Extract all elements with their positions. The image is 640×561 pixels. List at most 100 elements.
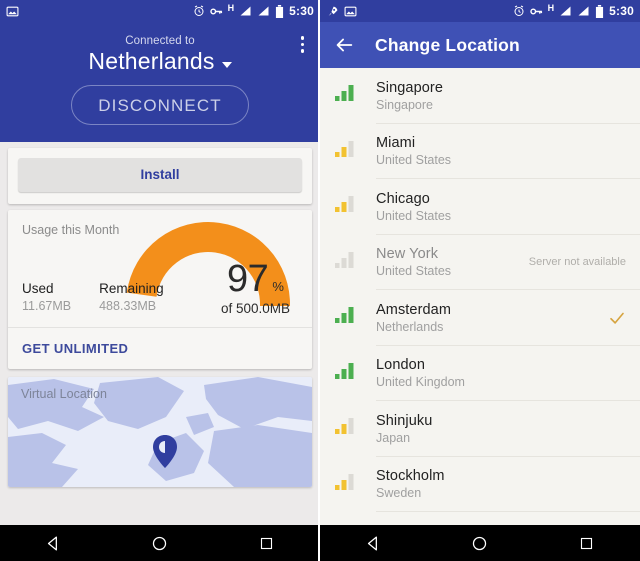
signal-sim2-icon: 2 (577, 5, 590, 17)
signal-strength-icon (334, 195, 360, 218)
signal-icon (559, 5, 572, 17)
location-city: Amsterdam (376, 301, 452, 318)
hspa-h-label: H (227, 3, 235, 13)
nav-home-button[interactable] (460, 535, 500, 552)
location-row[interactable]: London United Kingdom (320, 346, 640, 401)
location-city: Miami (376, 135, 416, 152)
location-list[interactable]: Singapore Singapore Miami United States Chic… (320, 68, 640, 525)
signal-strength-icon (334, 251, 360, 274)
location-unavailable-note: Server not available (528, 256, 626, 269)
location-country: Netherlands (376, 319, 444, 334)
usage-percent-block: 97 % of 500.0MB (221, 260, 290, 316)
chevron-down-icon (221, 61, 232, 68)
location-country: Singapore (376, 97, 433, 112)
row-divider (376, 511, 640, 512)
location-row[interactable]: Singapore Singapore (320, 68, 640, 124)
android-nav-bar-screen2 (320, 525, 640, 561)
signal-strength-icon (334, 140, 360, 163)
usage-percent-number: 97 (227, 258, 269, 300)
connected-to-label: Connected to (125, 35, 195, 47)
android-nav-bar-screen1 (0, 525, 320, 561)
overflow-menu-icon[interactable] (297, 32, 309, 57)
page-title: Change Location (375, 34, 520, 55)
rocket-icon (326, 5, 339, 18)
usage-remaining-stat: Remaining 488.33MB (99, 281, 164, 313)
location-text-block: Chicago United States (376, 191, 640, 223)
connection-header: Connected to Netherlands DISCONNECT (0, 22, 320, 142)
svg-text:2: 2 (259, 6, 262, 11)
status-bar-left-icons-2 (326, 5, 357, 18)
install-button[interactable]: Install (18, 158, 302, 192)
usage-stats-row: Used 11.67MB Remaining 488.33MB 97 % of … (8, 237, 312, 327)
location-country: Japan (376, 430, 411, 445)
image-icon (344, 5, 357, 18)
location-city: Shinjuku (376, 412, 433, 429)
location-city: Stockholm (376, 468, 445, 485)
location-country: United States (376, 153, 452, 168)
usage-used-label: Used (22, 281, 54, 296)
install-card: Install (8, 148, 312, 204)
usage-used-value: 11.67MB (22, 299, 72, 313)
location-country: United States (376, 208, 452, 223)
virtual-location-label: Virtual Location (21, 387, 107, 401)
dual-screenshot-container: H 2 5:30 Connected to Netherlands DISCON… (0, 0, 640, 561)
location-country: Sweden (376, 486, 422, 501)
disconnect-button[interactable]: DISCONNECT (71, 85, 249, 125)
signal-icon (239, 5, 252, 17)
nav-back-button[interactable] (353, 535, 393, 552)
hspa-h-label: H (547, 3, 555, 13)
signal-strength-icon (334, 417, 360, 440)
status-bar-right-icons-2: H 2 5:30 (513, 3, 634, 18)
usage-used-stat: Used 11.67MB (22, 281, 71, 313)
location-row[interactable]: Amsterdam Netherlands (320, 290, 640, 346)
location-city: Chicago (376, 190, 430, 207)
signal-sim2-icon: 2 (257, 5, 270, 17)
signal-strength-icon (334, 362, 360, 385)
vpn-key-icon (529, 6, 543, 17)
location-text-block: Singapore Singapore (376, 80, 640, 112)
virtual-location-card[interactable]: Virtual Location (8, 377, 312, 487)
battery-icon (275, 4, 284, 18)
status-bar-clock: 5:30 (289, 4, 314, 18)
nav-recents-button[interactable] (247, 536, 287, 551)
signal-strength-icon (334, 84, 360, 107)
location-text-block: Shinjuku Japan (376, 413, 640, 445)
location-row[interactable]: Shinjuku Japan (320, 401, 640, 457)
image-icon (6, 5, 19, 18)
location-text-block: Miami United States (376, 135, 640, 167)
location-row[interactable]: Chicago United States (320, 179, 640, 235)
usage-percent-sign: % (272, 279, 284, 294)
usage-remaining-label: Remaining (99, 281, 164, 296)
status-bar-clock: 5:30 (609, 4, 634, 18)
location-row[interactable]: Miami United States (320, 124, 640, 179)
connected-country-label: Netherlands (88, 48, 215, 74)
home-scroll-body: Install Usage this Month Used 11.67MB Re… (0, 148, 320, 561)
location-text-block: New York United States (376, 246, 529, 278)
usage-total-label: of 500.0MB (220, 301, 290, 316)
svg-text:2: 2 (579, 6, 582, 11)
get-unlimited-button[interactable]: GET UNLIMITED (8, 328, 312, 369)
location-row[interactable]: Stockholm Sweden (320, 457, 640, 512)
usage-remaining-value: 488.33MB (99, 299, 157, 313)
alarm-icon (513, 5, 525, 17)
nav-home-button[interactable] (140, 535, 180, 552)
screen-vpn-home: H 2 5:30 Connected to Netherlands DISCON… (0, 0, 320, 561)
location-city: London (376, 357, 425, 374)
connected-country[interactable]: Netherlands (0, 48, 320, 75)
location-row[interactable]: New York United States Server not availabl… (320, 235, 640, 290)
status-bar-left-icons (6, 5, 19, 18)
location-city: Singapore (376, 79, 444, 96)
back-arrow-icon[interactable] (333, 34, 355, 56)
signal-strength-icon (334, 473, 360, 496)
location-text-block: Stockholm Sweden (376, 468, 640, 500)
nav-recents-button[interactable] (567, 536, 607, 551)
vpn-key-icon (209, 6, 223, 17)
location-country: United Kingdom (376, 375, 465, 390)
battery-icon (595, 4, 604, 18)
screen-change-location: H 2 5:30 Change Location Singapore Singap… (320, 0, 640, 561)
alarm-icon (193, 5, 205, 17)
location-text-block: London United Kingdom (376, 357, 640, 389)
app-bar: Change Location (320, 22, 640, 68)
nav-back-button[interactable] (33, 535, 73, 552)
status-bar-right-icons: H 2 5:30 (193, 3, 314, 18)
